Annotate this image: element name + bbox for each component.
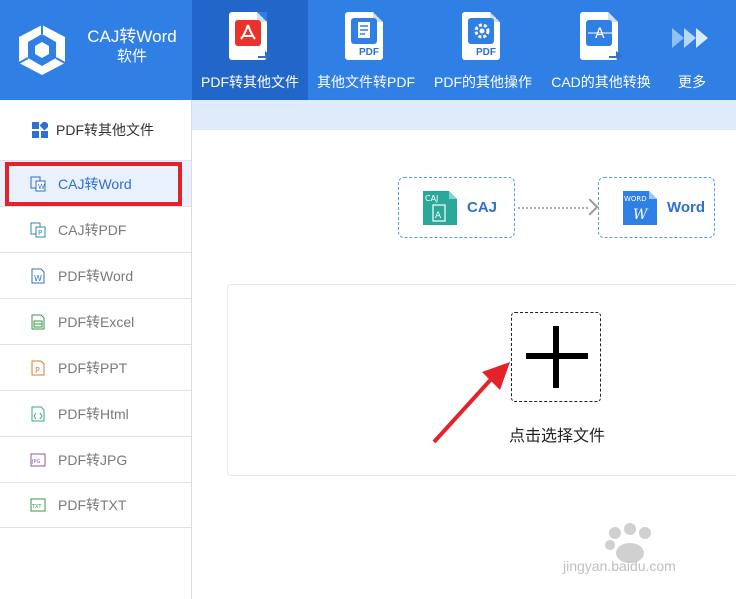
app-title-line2: 软件 [116,48,147,65]
document-to-pdf-icon: PDF [345,12,387,64]
app-title: CAJ转Word 软件 [80,27,184,67]
html-file-icon [30,406,46,422]
tool-pdf-other-ops[interactable]: PDF PDF的其他操作 [426,0,540,100]
svg-text:W: W [633,207,649,223]
grid-apps-icon [32,120,50,138]
svg-text:A: A [435,211,442,221]
sidebar-item-label: CAJ转Word [58,175,132,192]
sidebar-item-caj-pdf[interactable]: P CAJ转PDF [0,206,191,252]
source-format-box: CAJ A CAJ [398,177,515,238]
add-file-button[interactable] [511,312,601,402]
watermark-text: jingyan.baidu.com [563,558,676,574]
excel-file-icon [30,314,46,330]
main-header-strip [192,100,736,130]
caj-badge-text: CAJ [425,194,438,203]
sidebar-item-label: PDF转Excel [58,313,135,330]
svg-text:P: P [35,366,40,375]
sidebar: PDF转其他文件 W CAJ转Word P CAJ转PDF W PDF转Word… [0,100,192,599]
double-chevron-right-icon [670,12,714,64]
tool-more[interactable]: 更多 [662,0,722,100]
target-format-label: Word [667,199,706,216]
svg-text:W: W [38,183,45,191]
sidebar-item-label: PDF转JPG [58,451,128,468]
top-toolbar: CAJ转Word 软件 PDF转其他文件 PDF 其他文件转PDF PDF PD… [0,0,736,100]
tool-other-to-pdf[interactable]: PDF 其他文件转PDF [310,0,422,100]
app-title-line1: CAJ转Word [87,27,177,46]
tool-pdf-other-ops-label: PDF的其他操作 [434,74,532,90]
tool-more-label: 更多 [678,74,706,90]
sidebar-header-label: PDF转其他文件 [56,122,154,138]
word-doc-icon: WORD W [621,189,659,227]
tool-pdf-to-other-label: PDF转其他文件 [201,74,299,90]
plus-icon-vertical [553,326,559,388]
pdf-acrobat-icon [229,12,271,64]
gear-pdf-icon: PDF [462,12,504,64]
app-logo: CAJ转Word 软件 [0,0,190,100]
jpg-file-icon: JPG [30,452,46,468]
sidebar-item-pdf-jpg[interactable]: JPG PDF转JPG [0,436,191,482]
target-format-box: WORD W Word [598,177,715,238]
annotation-arrow-icon [432,362,510,444]
cad-convert-icon: A [580,12,622,64]
sidebar-item-pdf-ppt[interactable]: P PDF转PPT [0,344,191,390]
app-window: CAJ转Word 软件 PDF转其他文件 PDF 其他文件转PDF PDF PD… [0,0,736,599]
sidebar-item-pdf-txt[interactable]: TXT PDF转TXT [0,482,191,528]
sidebar-item-pdf-word[interactable]: W PDF转Word [0,252,191,298]
pdf-tag-text: PDF [359,47,379,58]
cube-logo-icon [18,25,66,75]
ppt-file-icon: P [30,360,46,376]
tool-other-to-pdf-label: 其他文件转PDF [317,74,415,90]
sidebar-item-pdf-html[interactable]: PDF转Html [0,390,191,436]
sidebar-item-label: PDF转Html [58,405,129,422]
svg-text:JPG: JPG [31,459,40,465]
sidebar-item-label: PDF转TXT [58,497,127,513]
sidebar-item-caj-word[interactable]: W CAJ转Word [0,160,191,206]
pdf-tag-text-2: PDF [476,47,496,58]
sidebar-item-label: CAJ转PDF [58,221,127,238]
tool-cad-convert[interactable]: A CAD的其他转换 [542,0,660,100]
word-file-icon: W [30,268,46,284]
svg-text:P: P [38,229,42,237]
chevron-right-icon [581,198,599,216]
caj-word-icon: W [30,176,46,192]
tool-pdf-to-other[interactable]: PDF转其他文件 [192,0,308,100]
conversion-dotted-line [518,207,588,209]
sidebar-item-label: PDF转PPT [58,359,128,376]
source-format-label: CAJ [467,199,498,216]
sidebar-item-pdf-excel[interactable]: PDF转Excel [0,298,191,344]
tool-cad-convert-label: CAD的其他转换 [551,74,651,90]
baidu-watermark-icon [605,523,651,563]
svg-text:W: W [34,274,42,283]
sidebar-item-label: PDF转Word [58,267,134,284]
word-badge-text: WORD [624,195,647,203]
sidebar-header: PDF转其他文件 [0,100,191,160]
svg-text:A: A [595,26,605,42]
svg-text:TXT: TXT [31,504,42,510]
txt-file-icon: TXT [30,497,46,513]
caj-pdf-icon: P [30,222,46,238]
caj-doc-icon: CAJ A [421,189,459,227]
